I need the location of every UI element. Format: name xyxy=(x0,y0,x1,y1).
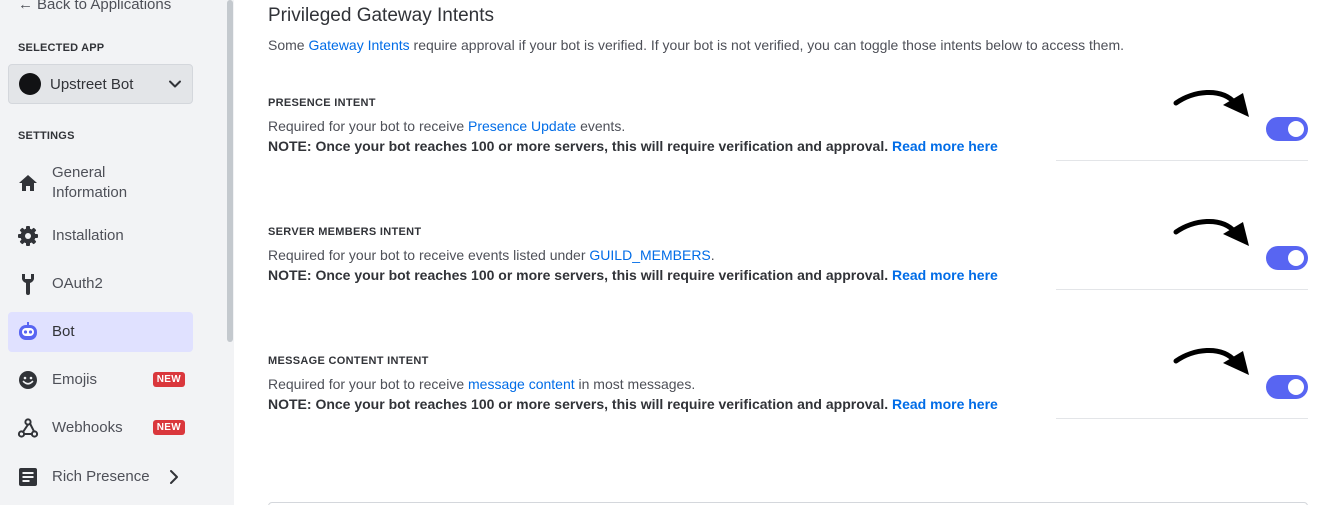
sidebar-item-installation[interactable]: Installation xyxy=(8,216,193,256)
sidebar-item-bot[interactable]: Bot xyxy=(8,312,193,352)
note-text: NOTE: Once your bot reaches 100 or more … xyxy=(268,138,889,154)
sidebar-item-oauth2[interactable]: OAuth2 xyxy=(8,264,193,304)
read-more-link[interactable]: Read more here xyxy=(892,138,998,154)
back-to-applications-link[interactable]: ← Back to Applications xyxy=(18,0,171,13)
intent-note: NOTE: Once your bot reaches 100 or more … xyxy=(268,396,998,412)
intent-note: NOTE: Once your bot reaches 100 or more … xyxy=(268,267,998,283)
home-icon xyxy=(17,172,39,194)
page-title: Privileged Gateway Intents xyxy=(268,5,495,26)
sidebar-item-label: Rich Presence xyxy=(52,468,150,485)
toggle-knob xyxy=(1288,379,1304,395)
arrow-annotation-icon xyxy=(1173,347,1249,375)
intent-description: Required for your bot to receive message… xyxy=(268,376,695,392)
chevron-right-icon xyxy=(170,470,178,484)
back-link-label: Back to Applications xyxy=(37,0,172,13)
arrow-annotation-icon xyxy=(1173,89,1249,117)
sidebar-item-general-information[interactable]: General Information xyxy=(8,159,193,207)
document-icon xyxy=(17,466,39,488)
app-selector[interactable]: Upstreet Bot xyxy=(8,64,193,104)
sidebar-scrollbar[interactable] xyxy=(226,0,234,505)
message-content-intent-toggle[interactable] xyxy=(1266,375,1308,399)
desc-text: Required for your bot to receive xyxy=(268,376,468,392)
sidebar-item-label: Installation xyxy=(52,227,124,244)
sidebar-item-label: Bot xyxy=(52,323,75,340)
desc-text: require approval if your bot is verified… xyxy=(409,37,1125,53)
intent-note: NOTE: Once your bot reaches 100 or more … xyxy=(268,138,998,154)
desc-text: . xyxy=(710,247,715,263)
selected-app-heading: SELECTED APP xyxy=(18,42,105,54)
developer-portal: ← Back to Applications SELECTED APP Upst… xyxy=(0,0,1318,505)
app-name: Upstreet Bot xyxy=(50,75,134,93)
intent-title: MESSAGE CONTENT INTENT xyxy=(268,355,429,367)
webhook-icon xyxy=(17,417,39,439)
presence-update-link[interactable]: Presence Update xyxy=(468,118,576,134)
scrollbar-thumb[interactable] xyxy=(227,0,233,342)
intent-description: Required for your bot to receive events … xyxy=(268,247,715,263)
toggle-knob xyxy=(1288,121,1304,137)
new-badge: NEW xyxy=(152,420,185,435)
intent-title: SERVER MEMBERS INTENT xyxy=(268,226,422,238)
desc-text: Required for your bot to receive xyxy=(268,118,468,134)
read-more-link[interactable]: Read more here xyxy=(892,396,998,412)
intent-description: Required for your bot to receive Presenc… xyxy=(268,118,625,134)
desc-text: Required for your bot to receive events … xyxy=(268,247,590,263)
message-content-link[interactable]: message content xyxy=(468,376,575,392)
desc-text: in most messages. xyxy=(574,376,696,392)
desc-text: events. xyxy=(576,118,626,134)
wrench-icon xyxy=(17,273,39,295)
sidebar: ← Back to Applications SELECTED APP Upst… xyxy=(0,0,226,505)
new-badge: NEW xyxy=(152,372,185,387)
gateway-intents-link[interactable]: Gateway Intents xyxy=(308,37,409,53)
sidebar-item-label: Webhooks xyxy=(52,419,123,436)
settings-heading: SETTINGS xyxy=(18,130,75,142)
app-avatar xyxy=(19,73,41,95)
divider xyxy=(1056,289,1308,290)
arrow-annotation-icon xyxy=(1173,218,1249,246)
server-members-intent-section: SERVER MEMBERS INTENT Required for your … xyxy=(268,218,1308,326)
divider xyxy=(1056,418,1308,419)
note-text: NOTE: Once your bot reaches 100 or more … xyxy=(268,267,889,283)
sidebar-item-label: General Information xyxy=(52,164,128,201)
toggle-knob xyxy=(1288,250,1304,266)
message-content-intent-section: MESSAGE CONTENT INTENT Required for your… xyxy=(268,347,1308,455)
note-text: NOTE: Once your bot reaches 100 or more … xyxy=(268,396,889,412)
gear-icon xyxy=(17,225,39,247)
sidebar-item-webhooks[interactable]: Webhooks NEW xyxy=(8,408,193,448)
sidebar-item-emojis[interactable]: Emojis NEW xyxy=(8,360,193,400)
page-description: Some Gateway Intents require approval if… xyxy=(268,37,1124,53)
chevron-down-icon xyxy=(169,80,181,88)
presence-intent-toggle[interactable] xyxy=(1266,117,1308,141)
sidebar-item-label: OAuth2 xyxy=(52,275,103,292)
arrow-left-icon: ← xyxy=(18,0,33,13)
sidebar-item-label: Emojis xyxy=(52,371,98,388)
divider xyxy=(1056,160,1308,161)
presence-intent-section: PRESENCE INTENT Required for your bot to… xyxy=(268,89,1308,197)
sidebar-item-rich-presence[interactable]: Rich Presence xyxy=(8,457,193,497)
read-more-link[interactable]: Read more here xyxy=(892,267,998,283)
server-members-intent-toggle[interactable] xyxy=(1266,246,1308,270)
intent-title: PRESENCE INTENT xyxy=(268,97,376,109)
guild-members-link[interactable]: GUILD_MEMBERS xyxy=(589,247,710,263)
desc-text: Some xyxy=(268,37,309,53)
emoji-icon xyxy=(17,369,39,391)
bot-icon xyxy=(17,321,39,343)
